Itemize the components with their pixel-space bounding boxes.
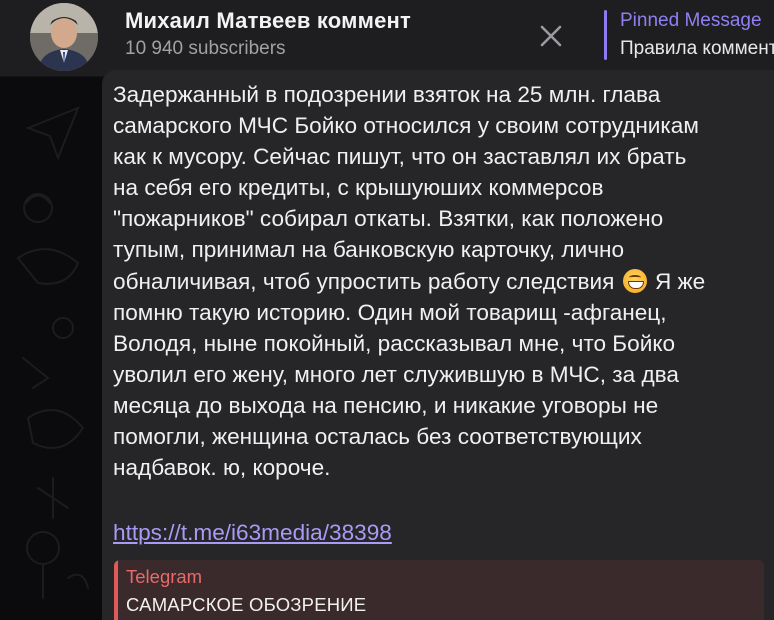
message-line: Задержанный в подозрении взяток на 25 мл… <box>113 82 661 107</box>
channel-title[interactable]: Михаил Матвеев коммент <box>125 8 411 34</box>
message-line: самарского МЧС Бойко относился у своим с… <box>113 113 699 139</box>
link-preview-title: САМАРСКОЕ ОБОЗРЕНИЕ <box>126 594 367 615</box>
message-line: уволил его жену, много лет служившую в М… <box>113 361 679 387</box>
message-line: на себя его кредиты, с крышуюших коммерс… <box>113 175 604 201</box>
avatar-photo <box>30 3 98 71</box>
message-line: Володя, ныне покойный, рассказывал мне, … <box>113 330 676 356</box>
pinned-accent-bar <box>604 10 607 60</box>
message-line: помогли, женщина осталась без соответств… <box>113 424 642 450</box>
pinned-message[interactable]: Pinned Message Правила комментариев <box>604 8 774 62</box>
message-link[interactable]: https://t.me/i63media/38398 <box>113 520 392 546</box>
chat-header: Михаил Матвеев коммент 10 940 subscriber… <box>0 0 774 77</box>
close-icon <box>540 25 562 47</box>
grinning-face-icon <box>622 268 647 293</box>
message-text[interactable]: Задержанный в подозрении взяток на 25 мл… <box>113 79 773 483</box>
message-line: помню такую историю. Один мой товарищ -а… <box>113 299 667 325</box>
pinned-message-label: Pinned Message <box>620 10 762 31</box>
message-line: надбавок. ю, короче. <box>113 455 331 481</box>
subscriber-count: 10 940 subscribers <box>125 38 286 59</box>
close-button[interactable] <box>531 18 571 54</box>
message-line: Я же <box>648 268 706 294</box>
link-preview-accent-bar <box>114 560 118 620</box>
background-doodles-icon <box>16 106 89 599</box>
message-line: как к мусору. Сейчас пишут, что он заста… <box>113 144 687 170</box>
link-preview-site-name: Telegram <box>126 566 203 587</box>
message-line: обналичивая, чтоб упростить работу следс… <box>113 268 615 294</box>
message-line: тупым, принимал на банковскую карточку, … <box>113 237 625 263</box>
message-line: "пожарников" собирал откаты. Взятки, как… <box>113 206 664 232</box>
message-line: месяца до выхода на пенсию, и никакие уг… <box>113 392 659 418</box>
pinned-message-text: Правила комментариев <box>620 38 774 59</box>
link-preview[interactable]: Telegram САМАРСКОЕ ОБОЗРЕНИЕ <box>114 560 764 620</box>
avatar[interactable] <box>30 3 98 71</box>
